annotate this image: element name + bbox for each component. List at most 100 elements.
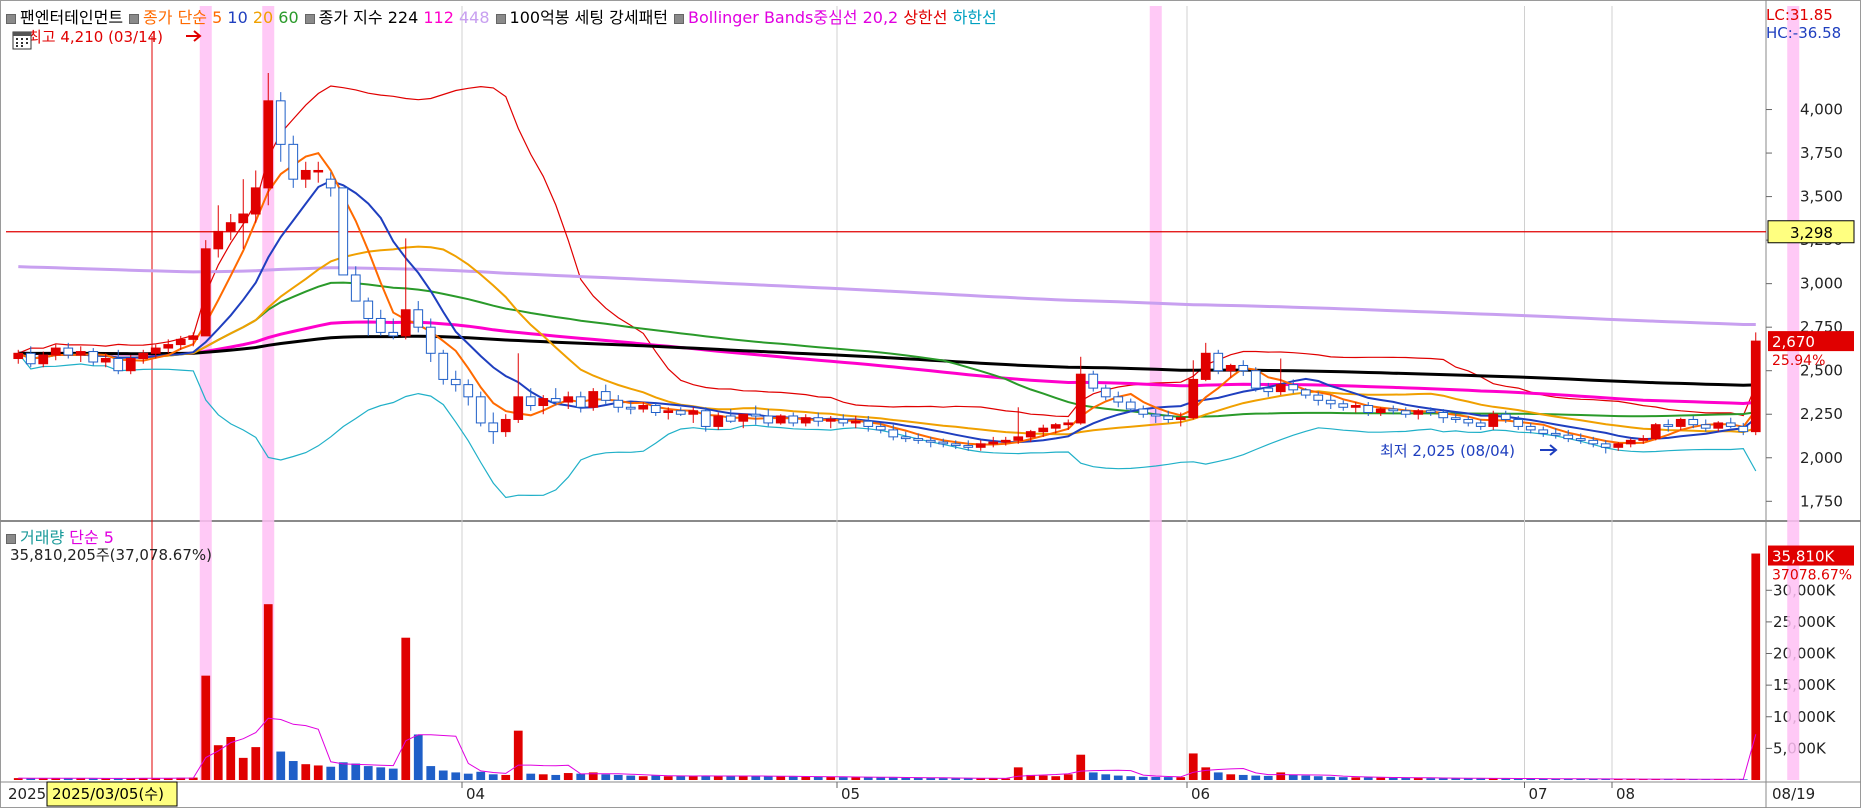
- candle-body: [1150, 413, 1161, 417]
- legend-ma-group[interactable]: 종가 단순 5 10 20 60: [129, 4, 299, 28]
- x-month-label: 07: [1529, 785, 1548, 803]
- candle-body: [975, 443, 986, 448]
- volume-bar: [1138, 776, 1148, 780]
- candle-body: [1225, 364, 1236, 372]
- candle-body: [125, 358, 136, 372]
- volume-bar: [1238, 774, 1248, 780]
- volume-bar: [276, 751, 286, 780]
- candle-body: [238, 213, 249, 224]
- volume-bar: [626, 775, 636, 780]
- legend-bollinger[interactable]: Bollinger Bands중심선 20,2 상한선 하한선: [674, 4, 997, 28]
- candle-body: [1000, 439, 1011, 443]
- candle-body: [938, 441, 949, 445]
- candle-body: [713, 415, 724, 427]
- candle-body: [1538, 429, 1549, 434]
- volume-bar: [651, 775, 661, 780]
- volume-bar: [263, 604, 273, 780]
- volume-bar: [1288, 774, 1298, 780]
- candle-body: [400, 309, 411, 337]
- candle-body: [1163, 415, 1174, 420]
- candle-body: [675, 410, 686, 415]
- candle: [588, 388, 599, 411]
- candle-body: [1638, 438, 1649, 441]
- vol-tick-label: 15,000K: [1773, 676, 1836, 694]
- candle-body: [338, 187, 349, 276]
- candle-body: [500, 418, 511, 433]
- candle-body: [700, 410, 711, 427]
- volume-bar: [1376, 777, 1386, 780]
- candle-body: [1300, 389, 1311, 396]
- volume-bar: [313, 765, 323, 780]
- stock-chart-svg[interactable]: 4,0003,7503,5003,2503,0002,7502,5002,250…: [0, 0, 1861, 808]
- volume-bar: [351, 763, 361, 780]
- candle-body: [150, 347, 161, 354]
- candle-body: [1200, 352, 1211, 380]
- volume-bar: [1051, 776, 1061, 780]
- ref-price-label: 3,298: [1790, 224, 1833, 242]
- signal-highlight: [1787, 6, 1800, 780]
- candle-body: [1100, 387, 1111, 398]
- candle-body: [750, 413, 761, 417]
- candle-body: [1588, 439, 1599, 445]
- candle-body: [113, 358, 124, 372]
- legend-setting[interactable]: 100억봉 세팅 강세패턴: [495, 4, 668, 28]
- candle: [200, 240, 211, 337]
- volume-bar: [888, 777, 898, 780]
- volume-bar: [1101, 774, 1111, 780]
- candle-body: [1575, 438, 1586, 441]
- candle-body: [1075, 373, 1086, 424]
- candle-body: [1463, 418, 1474, 424]
- candle-body: [75, 351, 86, 356]
- candle-body: [300, 169, 311, 180]
- calendar-icon[interactable]: [12, 30, 32, 50]
- candle-body: [288, 143, 299, 180]
- volume-bar: [1226, 774, 1236, 780]
- volume-bar: [1063, 774, 1073, 780]
- volume-info: 35,810,205주(37,078.67%): [10, 546, 212, 564]
- volume-bar: [563, 773, 573, 780]
- candle: [1750, 332, 1761, 436]
- candle-body: [575, 396, 586, 408]
- candle-body: [763, 415, 774, 424]
- candle-body: [813, 417, 824, 422]
- candle-body: [325, 178, 336, 189]
- candle-body: [413, 309, 424, 328]
- candle-body: [88, 351, 99, 363]
- volume-bar: [1088, 772, 1098, 780]
- candle-body: [1700, 424, 1711, 429]
- candle-body: [1250, 370, 1261, 389]
- vol-tick-label: 25,000K: [1773, 613, 1836, 631]
- volume-bar: [713, 775, 723, 780]
- signal-highlight: [1149, 6, 1162, 780]
- volume-bar: [826, 776, 836, 780]
- vol-tick-label: 30,000K: [1773, 581, 1836, 599]
- candle-body: [1088, 373, 1099, 389]
- candle-body: [600, 391, 611, 401]
- candle-body: [350, 274, 361, 302]
- volume-bar: [551, 774, 561, 780]
- candle: [775, 414, 786, 425]
- volume-bar: [1213, 772, 1223, 780]
- candle-body: [875, 425, 886, 431]
- y-tick-label: 3,500: [1800, 188, 1843, 206]
- volume-bar: [526, 773, 536, 780]
- volume-bar: [676, 775, 686, 780]
- legend-long-ma-group[interactable]: 종가 지수 224 112 448: [304, 4, 490, 28]
- x-month-label: 08: [1616, 785, 1635, 803]
- cursor-date-label: 2025/03/05(수): [52, 785, 164, 803]
- y-tick-label: 2,250: [1800, 405, 1843, 423]
- candle-body: [1650, 424, 1661, 440]
- candle-body: [663, 410, 674, 413]
- volume-bar: [201, 675, 211, 780]
- candle-body: [1450, 417, 1461, 420]
- last-volume-pct: 37078.67%: [1772, 568, 1852, 584]
- candle-body: [1213, 352, 1224, 372]
- legend-stock-name[interactable]: 팬엔터테인먼트: [6, 4, 123, 28]
- volume-bar: [338, 762, 348, 780]
- volume-bar: [226, 736, 236, 780]
- volume-bar: [751, 776, 761, 780]
- volume-bar: [726, 776, 736, 780]
- volume-bar: [1076, 754, 1086, 780]
- candle-body: [550, 398, 561, 403]
- volume-bar: [388, 768, 398, 780]
